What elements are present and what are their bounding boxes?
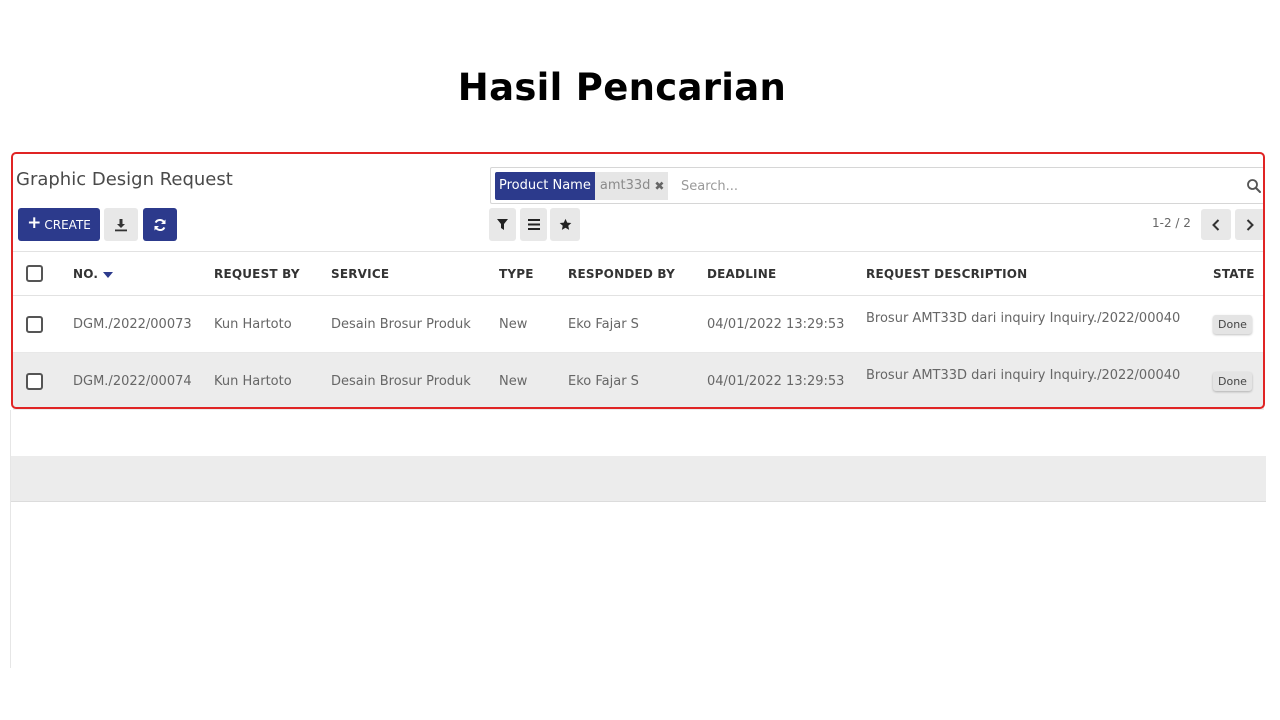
status-badge: Done <box>1213 372 1252 391</box>
pager-value[interactable]: 1-2 / 2 <box>1152 216 1191 230</box>
chevron-left-icon <box>1212 218 1220 231</box>
table-header: NO. REQUEST BY SERVICE TYPE RESPONDED BY… <box>13 251 1264 296</box>
column-header-request-by[interactable]: REQUEST BY <box>214 267 300 281</box>
column-header-responded-by[interactable]: RESPONDED BY <box>568 267 675 281</box>
left-divider <box>10 410 11 668</box>
search-facet: Product Name amt33d ✖ <box>495 172 669 200</box>
facet-label: Product Name <box>495 172 595 200</box>
row-checkbox[interactable] <box>26 373 43 390</box>
pager-previous-button[interactable] <box>1201 209 1231 240</box>
cell-service: Desain Brosur Produk <box>331 317 471 332</box>
cell-service: Desain Brosur Produk <box>331 374 471 389</box>
close-icon[interactable]: ✖ <box>654 172 664 200</box>
cell-no: DGM./2022/00073 <box>73 317 192 332</box>
pager-next-button[interactable] <box>1235 209 1265 240</box>
filter-icon <box>497 218 508 230</box>
search-icon[interactable] <box>1246 178 1262 194</box>
row-checkbox[interactable] <box>26 316 43 333</box>
cell-request-by: Kun Hartoto <box>214 374 292 389</box>
refresh-icon <box>154 218 166 231</box>
refresh-button[interactable] <box>143 208 177 241</box>
cell-request-description: Brosur AMT33D dari inquiry Inquiry./2022… <box>866 311 1181 326</box>
create-button[interactable]: + CREATE <box>18 208 100 241</box>
results-table: NO. REQUEST BY SERVICE TYPE RESPONDED BY… <box>13 251 1264 410</box>
status-badge: Done <box>1213 315 1252 334</box>
cell-deadline: 04/01/2022 13:29:53 <box>707 374 845 389</box>
search-bar[interactable]: Product Name amt33d ✖ <box>490 167 1264 204</box>
cell-deadline: 04/01/2022 13:29:53 <box>707 317 845 332</box>
list-icon <box>527 219 540 230</box>
cell-responded-by: Eko Fajar S <box>568 317 639 332</box>
select-all-checkbox[interactable] <box>26 265 43 282</box>
column-header-type[interactable]: TYPE <box>499 267 534 281</box>
table-row[interactable]: DGM./2022/00074 Kun Hartoto Desain Brosu… <box>13 353 1264 410</box>
facet-value-wrap: amt33d ✖ <box>594 172 669 200</box>
column-header-service[interactable]: SERVICE <box>331 267 389 281</box>
empty-footer-band <box>10 456 1266 502</box>
cell-type: New <box>499 317 528 332</box>
favorites-button[interactable] <box>550 208 580 241</box>
column-header-deadline[interactable]: DEADLINE <box>707 267 776 281</box>
plus-icon: + <box>27 213 42 233</box>
cell-type: New <box>499 374 528 389</box>
cell-request-by: Kun Hartoto <box>214 317 292 332</box>
table-row[interactable]: DGM./2022/00073 Kun Hartoto Desain Brosu… <box>13 296 1264 353</box>
cell-responded-by: Eko Fajar S <box>568 374 639 389</box>
chevron-right-icon <box>1246 218 1254 231</box>
download-icon <box>115 218 127 231</box>
column-header-request-description[interactable]: REQUEST DESCRIPTION <box>866 267 1027 281</box>
cell-no: DGM./2022/00074 <box>73 374 192 389</box>
app-window <box>10 150 1266 670</box>
page-title: Graphic Design Request <box>16 169 233 190</box>
cell-request-description: Brosur AMT33D dari inquiry Inquiry./2022… <box>866 368 1181 383</box>
star-icon <box>559 218 571 230</box>
group-by-button[interactable] <box>520 208 547 241</box>
filter-button[interactable] <box>489 208 516 241</box>
column-header-no-label: NO. <box>73 267 99 281</box>
column-header-no[interactable]: NO. <box>73 267 114 281</box>
facet-value: amt33d <box>599 178 651 193</box>
create-button-label: CREATE <box>44 217 91 232</box>
search-input[interactable] <box>681 173 1201 199</box>
sort-caret-icon <box>103 271 114 278</box>
download-button[interactable] <box>104 208 138 241</box>
column-header-state[interactable]: STATE <box>1213 267 1255 281</box>
slide-title: Hasil Pencarian <box>457 66 787 109</box>
